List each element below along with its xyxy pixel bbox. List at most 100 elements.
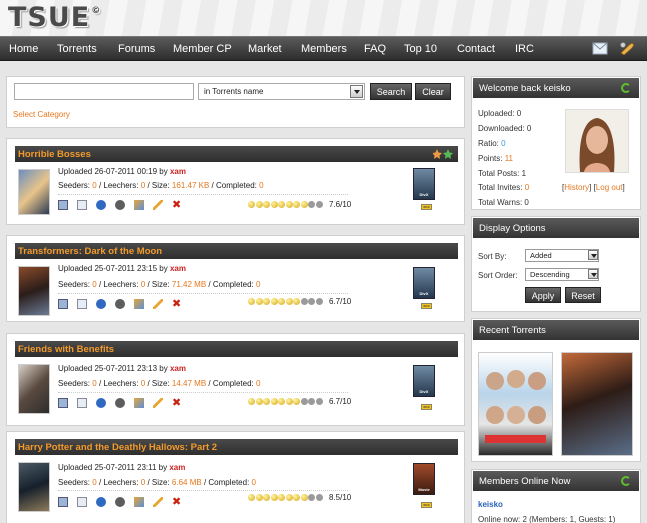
bookmark-icon[interactable] (134, 299, 144, 309)
info-icon[interactable] (96, 497, 106, 507)
star-icon[interactable] (285, 398, 293, 405)
star-icon[interactable] (248, 494, 255, 501)
star-icon[interactable] (315, 494, 323, 501)
nav-irc[interactable]: IRC (515, 43, 534, 55)
nav-members[interactable]: Members (301, 43, 347, 55)
search-button[interactable]: Search (370, 83, 412, 100)
star-icon[interactable] (278, 201, 285, 208)
poster-image[interactable] (18, 364, 50, 414)
logout-link[interactable]: Log out (596, 183, 623, 192)
star-icon[interactable] (293, 494, 300, 501)
avatar[interactable] (565, 109, 629, 173)
poster-image[interactable] (18, 169, 50, 215)
edit-icon[interactable] (153, 200, 163, 210)
nav-member-cp[interactable]: Member CP (173, 43, 232, 55)
star-icon[interactable] (285, 494, 293, 501)
star-icon[interactable] (300, 398, 308, 405)
star-icon[interactable] (308, 201, 315, 208)
tools-icon[interactable] (619, 42, 635, 55)
imdb-badge[interactable]: IMDb (421, 204, 432, 210)
info-icon[interactable] (96, 398, 106, 408)
bookmark-icon[interactable] (134, 398, 144, 408)
document-icon[interactable] (77, 200, 87, 210)
star-icon[interactable] (293, 298, 300, 305)
star-icon[interactable] (315, 298, 323, 305)
star-icon[interactable] (270, 398, 278, 405)
gear-icon[interactable] (115, 497, 125, 507)
refresh-icon[interactable] (621, 83, 631, 93)
search-input[interactable] (14, 83, 194, 100)
star-icon[interactable] (263, 201, 270, 208)
star-icon[interactable] (255, 201, 263, 208)
save-icon[interactable] (58, 497, 68, 507)
star-icon[interactable] (300, 494, 308, 501)
document-icon[interactable] (77, 299, 87, 309)
star-icon[interactable] (300, 298, 308, 305)
info-icon[interactable] (96, 299, 106, 309)
nav-torrents[interactable]: Torrents (57, 43, 97, 55)
poster-image[interactable] (18, 462, 50, 512)
sort-by-select[interactable]: Added (525, 249, 599, 262)
gear-icon[interactable] (115, 200, 125, 210)
imdb-badge[interactable]: IMDb (421, 404, 432, 410)
recent-poster[interactable] (561, 352, 633, 456)
star-icon[interactable] (308, 298, 315, 305)
star-icon[interactable] (300, 201, 308, 208)
delete-icon[interactable]: ✖ (172, 497, 182, 508)
bookmark-icon[interactable] (134, 497, 144, 507)
star-icon[interactable] (263, 398, 270, 405)
star-icon[interactable] (263, 298, 270, 305)
history-link[interactable]: History (564, 183, 589, 192)
uploader-link[interactable]: xam (170, 167, 186, 176)
bookmark-icon[interactable] (433, 148, 455, 160)
star-icon[interactable] (270, 201, 278, 208)
document-icon[interactable] (77, 497, 87, 507)
document-icon[interactable] (77, 398, 87, 408)
online-member-link[interactable]: keisko (478, 500, 503, 509)
recent-poster[interactable] (478, 352, 553, 456)
imdb-badge[interactable]: IMDb (421, 303, 432, 309)
refresh-icon[interactable] (621, 476, 631, 486)
clear-button[interactable]: Clear (415, 83, 451, 100)
gear-icon[interactable] (115, 398, 125, 408)
sort-order-select[interactable]: Descending (525, 268, 599, 281)
star-icon[interactable] (255, 398, 263, 405)
site-logo[interactable]: TSUE© (8, 2, 101, 33)
star-icon[interactable] (293, 201, 300, 208)
delete-icon[interactable]: ✖ (172, 200, 182, 211)
save-icon[interactable] (58, 398, 68, 408)
nav-contact[interactable]: Contact (457, 43, 495, 55)
torrent-title[interactable]: Horrible Bosses (15, 146, 458, 162)
nav-home[interactable]: Home (9, 43, 38, 55)
uploader-link[interactable]: xam (169, 463, 185, 472)
mail-icon[interactable] (592, 42, 608, 55)
nav-market[interactable]: Market (248, 43, 282, 55)
gear-icon[interactable] (115, 299, 125, 309)
reset-button[interactable]: Reset (565, 287, 601, 303)
star-icon[interactable] (293, 398, 300, 405)
search-field-select[interactable]: in Torrents name (198, 83, 365, 100)
star-icon[interactable] (278, 398, 285, 405)
uploader-link[interactable]: xam (170, 364, 186, 373)
star-icon[interactable] (315, 201, 323, 208)
star-icon[interactable] (278, 494, 285, 501)
select-category-link[interactable]: Select Category (13, 110, 70, 119)
star-icon[interactable] (255, 494, 263, 501)
torrent-title[interactable]: Harry Potter and the Deathly Hallows: Pa… (15, 439, 458, 455)
star-icon[interactable] (278, 298, 285, 305)
edit-icon[interactable] (153, 398, 163, 408)
nav-top10[interactable]: Top 10 (404, 43, 437, 55)
torrent-title[interactable]: Friends with Benefits (15, 341, 458, 357)
info-icon[interactable] (96, 200, 106, 210)
star-icon[interactable] (248, 398, 255, 405)
star-icon[interactable] (315, 398, 323, 405)
uploader-link[interactable]: xam (170, 264, 186, 273)
star-icon[interactable] (248, 201, 255, 208)
star-icon[interactable] (248, 298, 255, 305)
save-icon[interactable] (58, 200, 68, 210)
nav-forums[interactable]: Forums (118, 43, 155, 55)
apply-button[interactable]: Apply (525, 287, 561, 303)
save-icon[interactable] (58, 299, 68, 309)
torrent-title[interactable]: Transformers: Dark of the Moon (15, 243, 458, 259)
star-icon[interactable] (308, 398, 315, 405)
